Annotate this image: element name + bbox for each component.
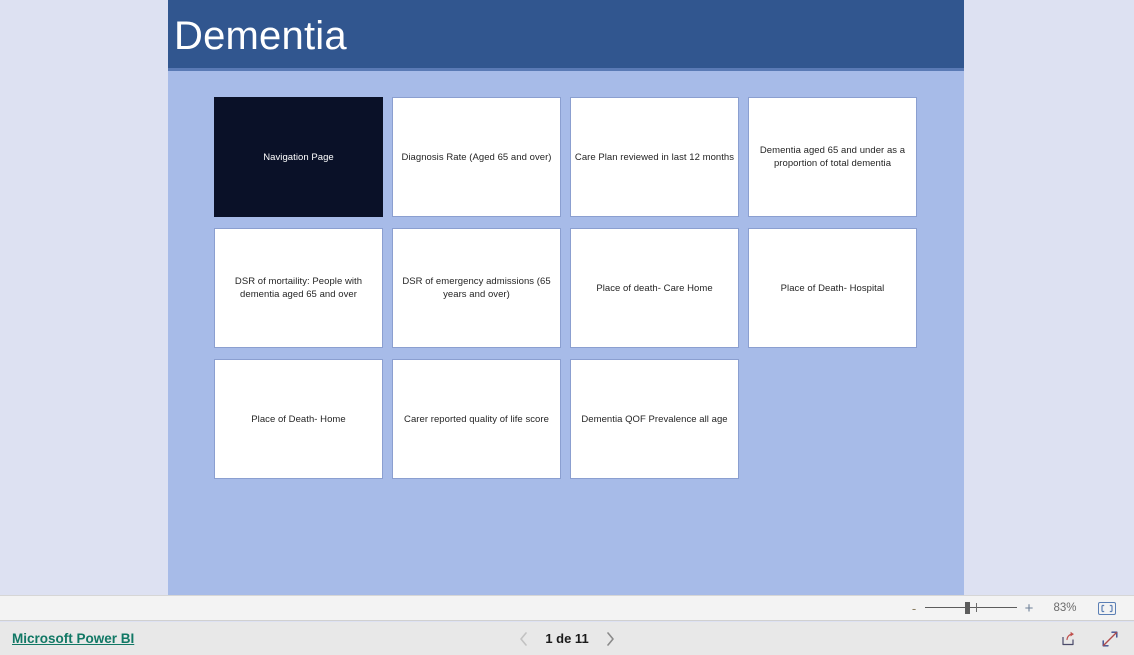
tile-dsr-emergency-admissions[interactable]: DSR of emergency admissions (65 years an… (392, 228, 561, 348)
page-navigator: 1 de 11 (482, 630, 652, 648)
tile-label: DSR of emergency admissions (65 years an… (402, 276, 551, 300)
navigation-tile-grid: Navigation Page Diagnosis Rate (Aged 65 … (214, 97, 924, 490)
tile-dsr-mortality[interactable]: DSR of mortaility: People with dementia … (214, 228, 383, 348)
power-bi-report-viewer: Dementia Navigation Page Diagnosis Rate … (0, 0, 1134, 655)
footer-actions (1058, 629, 1120, 649)
zoom-toolbar: - + 83% (0, 595, 1134, 621)
fit-to-page-button[interactable] (1094, 598, 1120, 618)
zoom-in-button[interactable]: + (1020, 601, 1038, 616)
fit-to-page-icon (1098, 601, 1116, 615)
tile-diagnosis-rate[interactable]: Diagnosis Rate (Aged 65 and over) (392, 97, 561, 217)
tile-label: Place of death- Care Home (596, 282, 713, 294)
tile-place-of-death-care-home[interactable]: Place of death- Care Home (570, 228, 739, 348)
tile-place-of-death-home[interactable]: Place of Death- Home (214, 359, 383, 479)
microsoft-power-bi-link[interactable]: Microsoft Power BI (12, 631, 134, 646)
tile-navigation-page[interactable]: Navigation Page (214, 97, 383, 217)
tile-care-plan-reviewed[interactable]: Care Plan reviewed in last 12 months (570, 97, 739, 217)
fullscreen-icon (1102, 631, 1118, 646)
tile-label: Diagnosis Rate (Aged 65 and over) (401, 151, 552, 163)
report-footer: Microsoft Power BI 1 de 11 (0, 622, 1134, 655)
previous-page-button[interactable] (515, 630, 531, 648)
zoom-slider[interactable] (925, 600, 1017, 616)
tile-place-of-death-hospital[interactable]: Place of Death- Hospital (748, 228, 917, 348)
report-viewport: Dementia Navigation Page Diagnosis Rate … (0, 0, 1134, 595)
zoom-slider-thumb[interactable] (965, 602, 970, 614)
tile-carer-quality-of-life[interactable]: Carer reported quality of life score (392, 359, 561, 479)
tile-label: Navigation Page (263, 151, 334, 163)
tile-row: Place of Death- Home Carer reported qual… (214, 359, 924, 479)
chevron-left-icon (520, 631, 527, 646)
zoom-slider-track (925, 607, 1017, 608)
tile-label: Dementia QOF Prevalence all age (581, 413, 728, 425)
zoom-controls: - + 83% (906, 596, 1120, 620)
page-indicator-label: 1 de 11 (545, 631, 589, 646)
zoom-level-label: 83% (1053, 602, 1077, 614)
tile-dementia-65-and-under-proportion[interactable]: Dementia aged 65 and under as a proporti… (748, 97, 917, 217)
share-icon (1061, 631, 1074, 646)
report-canvas: Dementia Navigation Page Diagnosis Rate … (168, 0, 964, 595)
share-button[interactable] (1058, 629, 1078, 649)
tile-row: Navigation Page Diagnosis Rate (Aged 65 … (214, 97, 924, 217)
tile-label: Care Plan reviewed in last 12 months (574, 151, 735, 163)
fullscreen-button[interactable] (1100, 629, 1120, 649)
tile-label: Place of Death- Home (251, 413, 346, 425)
tile-dementia-qof-prevalence[interactable]: Dementia QOF Prevalence all age (570, 359, 739, 479)
tile-label: Place of Death- Hospital (780, 282, 885, 294)
tile-row: DSR of mortaility: People with dementia … (214, 228, 924, 348)
tile-label: Dementia aged 65 and under as a proporti… (759, 145, 906, 169)
page-title: Dementia (174, 14, 347, 58)
next-page-button[interactable] (603, 630, 619, 648)
zoom-slider-tick (976, 603, 977, 612)
report-header-underline (168, 68, 964, 71)
zoom-out-button[interactable]: - (906, 602, 922, 615)
tile-label: DSR of mortaility: People with dementia … (234, 276, 363, 300)
chevron-right-icon (607, 631, 614, 646)
tile-label: Carer reported quality of life score (404, 413, 549, 425)
